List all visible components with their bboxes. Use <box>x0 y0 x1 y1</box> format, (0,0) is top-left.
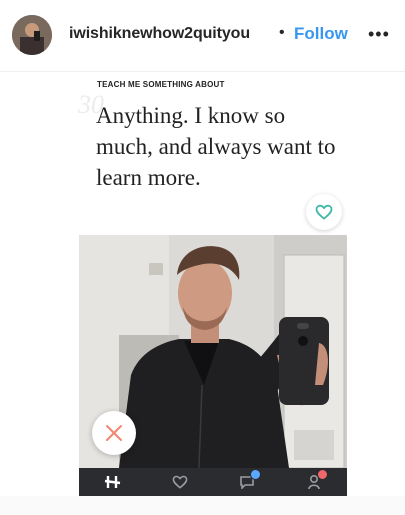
bottom-strip <box>0 496 405 515</box>
messages-badge <box>249 469 261 480</box>
profile-badge <box>316 469 328 480</box>
tab-discover[interactable] <box>93 468 133 496</box>
like-button[interactable] <box>306 194 342 230</box>
app-tab-bar <box>79 468 347 496</box>
prompt-answer: Anything. I know so much, and always wan… <box>96 103 336 190</box>
prompt-label: TEACH ME SOMETHING ABOUT <box>97 80 225 89</box>
more-options-icon[interactable]: ••• <box>368 24 390 45</box>
tab-likes[interactable] <box>160 468 200 496</box>
reject-button[interactable] <box>92 411 136 455</box>
tab-matches[interactable] <box>227 468 267 496</box>
separator-dot: • <box>279 24 285 41</box>
hinge-logo-icon <box>104 476 120 488</box>
avatar[interactable] <box>12 15 52 55</box>
tab-profile[interactable] <box>294 468 334 496</box>
follow-button[interactable]: Follow <box>294 24 348 44</box>
username[interactable]: iwishiknewhow2quityou <box>69 25 250 43</box>
heart-outline-icon <box>315 204 333 220</box>
post-header: iwishiknewhow2quityou • Follow ••• <box>0 0 405 72</box>
post-image: TEACH ME SOMETHING ABOUT 30 Anything. I … <box>0 72 405 515</box>
heart-icon <box>172 475 187 489</box>
x-icon <box>106 425 122 441</box>
